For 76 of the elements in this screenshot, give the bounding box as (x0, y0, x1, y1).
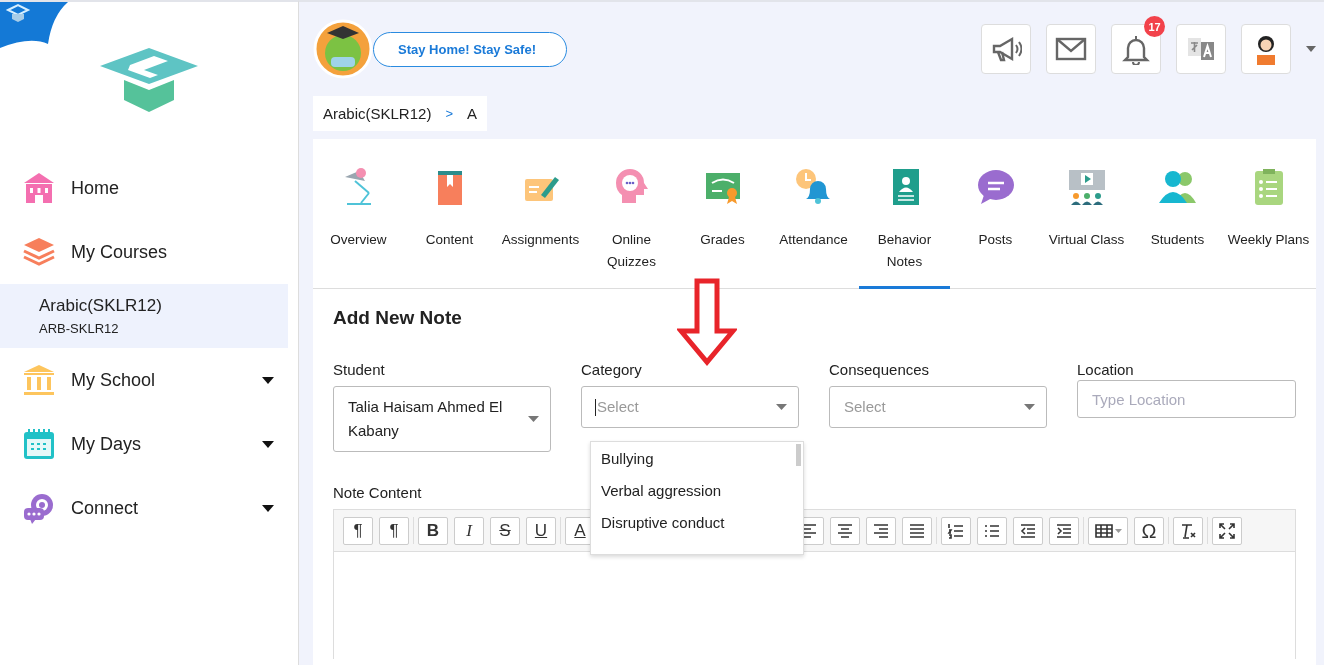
nav-item[interactable]: My Courses (0, 220, 288, 284)
indent-icon (1055, 522, 1073, 540)
location-field[interactable]: Type Location (1077, 380, 1296, 418)
format-button[interactable]: S (490, 517, 520, 545)
form-title: Add New Note (333, 307, 463, 329)
course-tab[interactable]: Overview (313, 139, 404, 289)
banner-pill[interactable]: Stay Home! Stay Safe! (373, 31, 567, 67)
course-tab[interactable]: Virtual Class (1041, 139, 1132, 289)
scrollbar-thumb[interactable] (796, 444, 801, 466)
course-tab[interactable]: Online Quizzes (586, 139, 677, 289)
caret-icon (776, 404, 787, 410)
course-tab[interactable]: Behavior Notes (859, 139, 950, 289)
format-button[interactable]: ¶ (343, 517, 373, 545)
align-right-icon (872, 522, 890, 540)
course-tab[interactable]: Attendance (768, 139, 859, 289)
format-button[interactable]: ¶ (379, 517, 409, 545)
bell-icon (1120, 33, 1152, 65)
speech-bubble-icon (975, 167, 1016, 207)
down-arrow-icon (677, 278, 737, 366)
mascot-avatar-icon (313, 19, 373, 79)
format-button[interactable] (1013, 517, 1043, 545)
align-center-icon (836, 522, 854, 540)
caret-icon (1024, 404, 1035, 410)
course-tab[interactable]: Grades (677, 139, 768, 289)
numbered-list-icon (947, 522, 965, 540)
breadcrumb-separator: > (445, 106, 453, 121)
field-label: Student (333, 361, 386, 378)
building-icon (22, 171, 56, 205)
course-tab[interactable]: Assignments (495, 139, 586, 289)
field-label: Note Content (333, 484, 422, 501)
course-item[interactable]: Arabic(SKLR12) ARB-SKLR12 (0, 284, 288, 348)
format-button[interactable] (1088, 517, 1128, 545)
caret-icon (528, 416, 539, 422)
breadcrumb-link[interactable]: Arabic(SKLR12) (323, 105, 432, 122)
format-button[interactable] (830, 517, 860, 545)
field-label: Category (581, 361, 643, 378)
format-button[interactable]: Ω (1134, 517, 1164, 545)
format-button[interactable] (1173, 517, 1203, 545)
notification-badge: 17 (1144, 16, 1165, 37)
nav-item[interactable]: My Days (0, 412, 288, 476)
columns-icon (22, 363, 56, 397)
format-button[interactable] (1049, 517, 1079, 545)
nav-item[interactable]: Home (0, 156, 288, 220)
course-tab[interactable]: Posts (950, 139, 1041, 289)
dropdown-option[interactable]: Verbal aggression (591, 474, 803, 506)
field-label: Consequences (829, 361, 931, 378)
course-tab[interactable]: Students (1132, 139, 1223, 289)
clear-format-icon (1179, 522, 1197, 540)
nav-item[interactable]: My School (0, 348, 288, 412)
fullscreen-icon (1218, 522, 1236, 540)
caret-icon[interactable] (1306, 46, 1316, 52)
presentation-screen-icon (1066, 167, 1107, 207)
format-button[interactable]: B (418, 517, 448, 545)
format-button[interactable]: I (454, 517, 484, 545)
field-label: Location (1077, 361, 1135, 378)
toolbar-button[interactable] (1241, 24, 1291, 74)
format-button[interactable] (902, 517, 932, 545)
format-button[interactable] (977, 517, 1007, 545)
corner-ribbon-icon (0, 2, 68, 48)
breadcrumb-link[interactable]: A (467, 105, 477, 122)
justify-icon (908, 522, 926, 540)
caret-icon (1114, 529, 1122, 533)
format-button[interactable] (941, 517, 971, 545)
format-button[interactable]: U (526, 517, 556, 545)
select-field[interactable]: Talia Haisam Ahmed El Kabany (333, 386, 551, 452)
format-button[interactable] (1212, 517, 1242, 545)
course-tab[interactable]: Content (404, 139, 495, 289)
calendar-icon (22, 427, 56, 461)
chat-signal-icon (22, 491, 56, 525)
nav-item[interactable]: Connect (0, 476, 288, 540)
table-icon (1094, 522, 1113, 540)
outdent-icon (1019, 522, 1037, 540)
course-tab[interactable]: Weekly Plans (1223, 139, 1314, 289)
dropdown-option[interactable]: Bullying (591, 442, 803, 474)
format-button[interactable] (866, 517, 896, 545)
bullet-list-icon (983, 522, 1001, 540)
